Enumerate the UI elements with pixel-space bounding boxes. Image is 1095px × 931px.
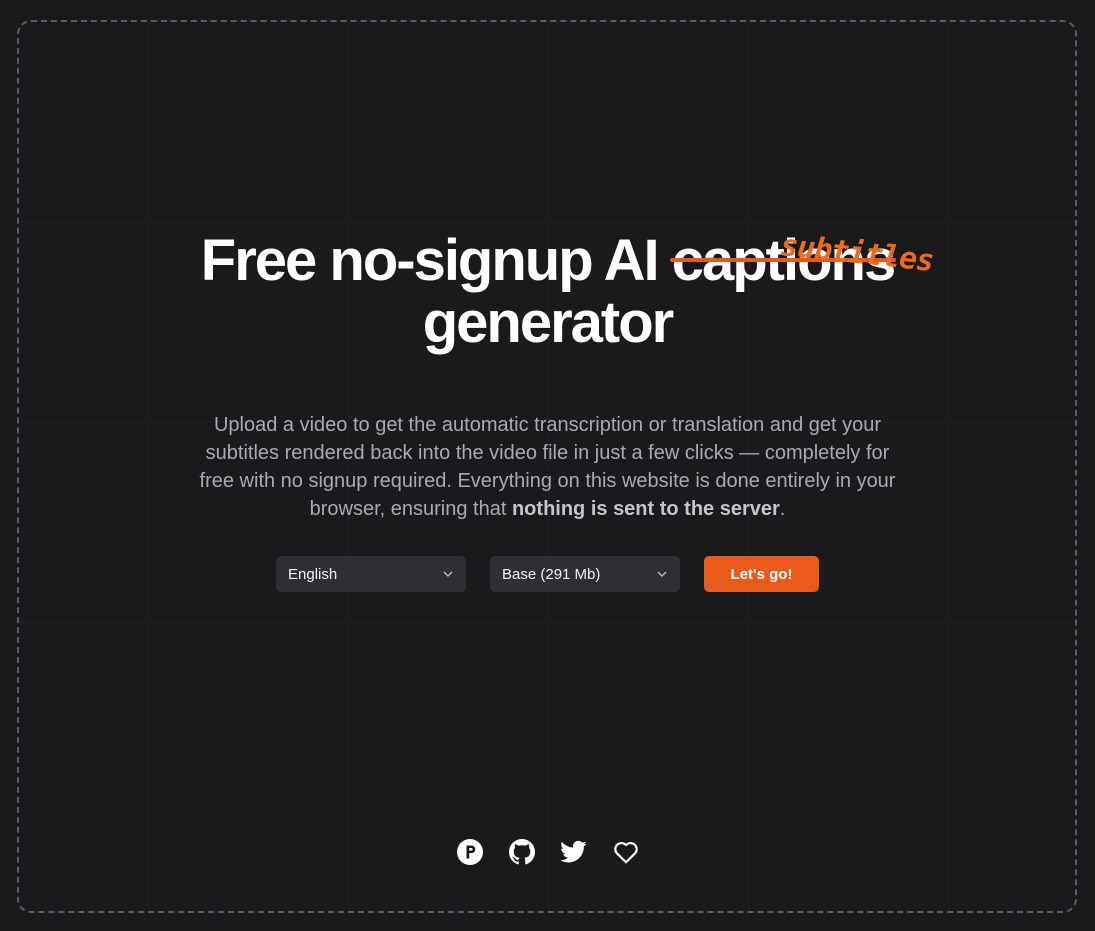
chevron-down-icon bbox=[442, 568, 454, 580]
description: Upload a video to get the automatic tran… bbox=[188, 411, 908, 523]
twitter-icon[interactable] bbox=[560, 838, 588, 866]
social-links bbox=[0, 838, 1095, 866]
model-select-value: Base (291 Mb) bbox=[502, 565, 601, 583]
github-icon[interactable] bbox=[508, 838, 536, 866]
model-select[interactable]: Base (291 Mb) bbox=[490, 556, 680, 592]
language-select-value: English bbox=[288, 565, 338, 583]
description-bold: nothing is sent to the server bbox=[511, 498, 780, 520]
controls: English Base (291 Mb) Let's go! bbox=[0, 556, 1095, 592]
language-select[interactable]: English bbox=[276, 556, 466, 592]
headline-prefix: Free no-signup AI bbox=[200, 228, 672, 293]
lets-go-button[interactable]: Let's go! bbox=[704, 556, 819, 592]
chevron-down-icon bbox=[656, 568, 668, 580]
heart-icon[interactable] bbox=[612, 838, 640, 866]
description-end: . bbox=[779, 498, 786, 520]
product-hunt-icon[interactable] bbox=[456, 838, 484, 866]
headline-line2: generator bbox=[422, 290, 675, 355]
